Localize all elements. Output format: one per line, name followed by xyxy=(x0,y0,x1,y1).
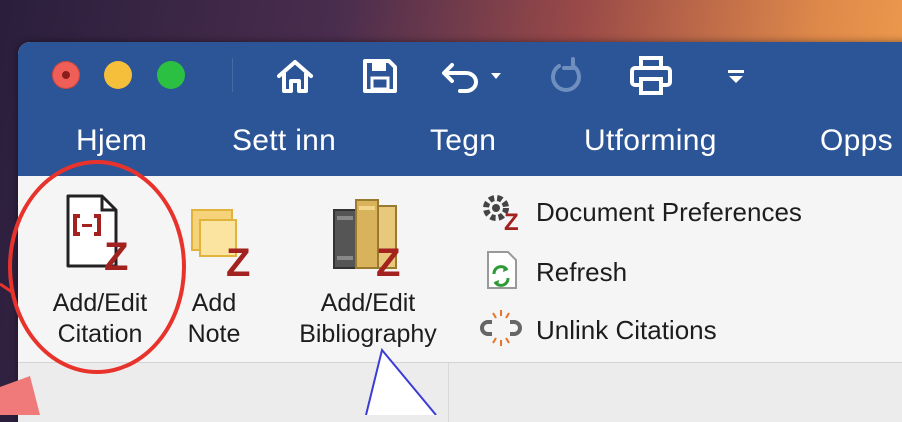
red-tick xyxy=(0,282,13,294)
annotation-overlay xyxy=(0,282,437,415)
blue-callout-arrow xyxy=(365,347,437,415)
pink-arrow-shape xyxy=(0,376,40,415)
